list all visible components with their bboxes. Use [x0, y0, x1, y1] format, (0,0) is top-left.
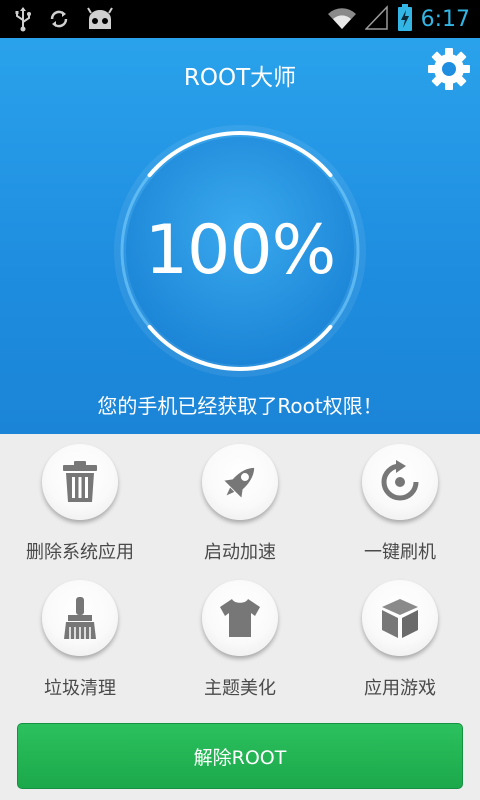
feature-button[interactable] [42, 580, 118, 656]
gear-icon [428, 48, 470, 90]
root-progress-ring: 100% [112, 123, 368, 379]
signal-icon [363, 5, 389, 35]
brush-icon [64, 597, 96, 639]
sync-icon [48, 8, 70, 34]
tshirt-icon [220, 599, 260, 637]
refresh-icon [381, 460, 419, 501]
feature-apps-games[interactable]: 应用游戏 [320, 570, 480, 706]
feature-theme-beautify[interactable]: 主题美化 [160, 570, 320, 706]
box-icon [382, 599, 418, 638]
feature-label: 一键刷机 [364, 542, 436, 563]
root-status-panel: ROOT大师 100% 您的手机已经获取了Root权限！ [0, 38, 480, 434]
feature-label: 应用游戏 [364, 678, 436, 699]
feature-button[interactable] [42, 444, 118, 520]
trash-icon [63, 461, 97, 502]
feature-label: 删除系统应用 [26, 542, 134, 563]
android-icon [86, 7, 114, 35]
status-clock: 6:17 [420, 7, 470, 32]
settings-button[interactable] [426, 46, 472, 92]
feature-button[interactable] [362, 444, 438, 520]
status-bar: 6:17 [0, 0, 480, 38]
feature-label: 主题美化 [204, 678, 276, 699]
rocket-icon [224, 467, 255, 498]
status-bar-system: 6:17 [327, 4, 470, 36]
status-bar-notifications [14, 6, 114, 36]
root-status-message: 您的手机已经获取了Root权限！ [97, 394, 383, 418]
battery-charging-icon [397, 4, 413, 36]
feature-label: 垃圾清理 [44, 678, 116, 699]
feature-delete-system-apps[interactable]: 删除系统应用 [0, 434, 160, 570]
progress-percent: 100% [144, 211, 336, 290]
usb-icon [14, 6, 32, 36]
feature-button[interactable] [202, 444, 278, 520]
wifi-icon [327, 6, 357, 34]
feature-junk-cleanup[interactable]: 垃圾清理 [0, 570, 160, 706]
unroot-button[interactable]: 解除ROOT [17, 723, 463, 789]
feature-button[interactable] [202, 580, 278, 656]
feature-boost-startup[interactable]: 启动加速 [160, 434, 320, 570]
feature-button[interactable] [362, 580, 438, 656]
feature-one-click-flash[interactable]: 一键刷机 [320, 434, 480, 570]
app-title: ROOT大师 [183, 65, 297, 91]
feature-label: 启动加速 [204, 542, 276, 563]
feature-grid: 删除系统应用 启动加速 一键刷机 垃圾清理 主题美化 应用游戏 [0, 434, 480, 720]
